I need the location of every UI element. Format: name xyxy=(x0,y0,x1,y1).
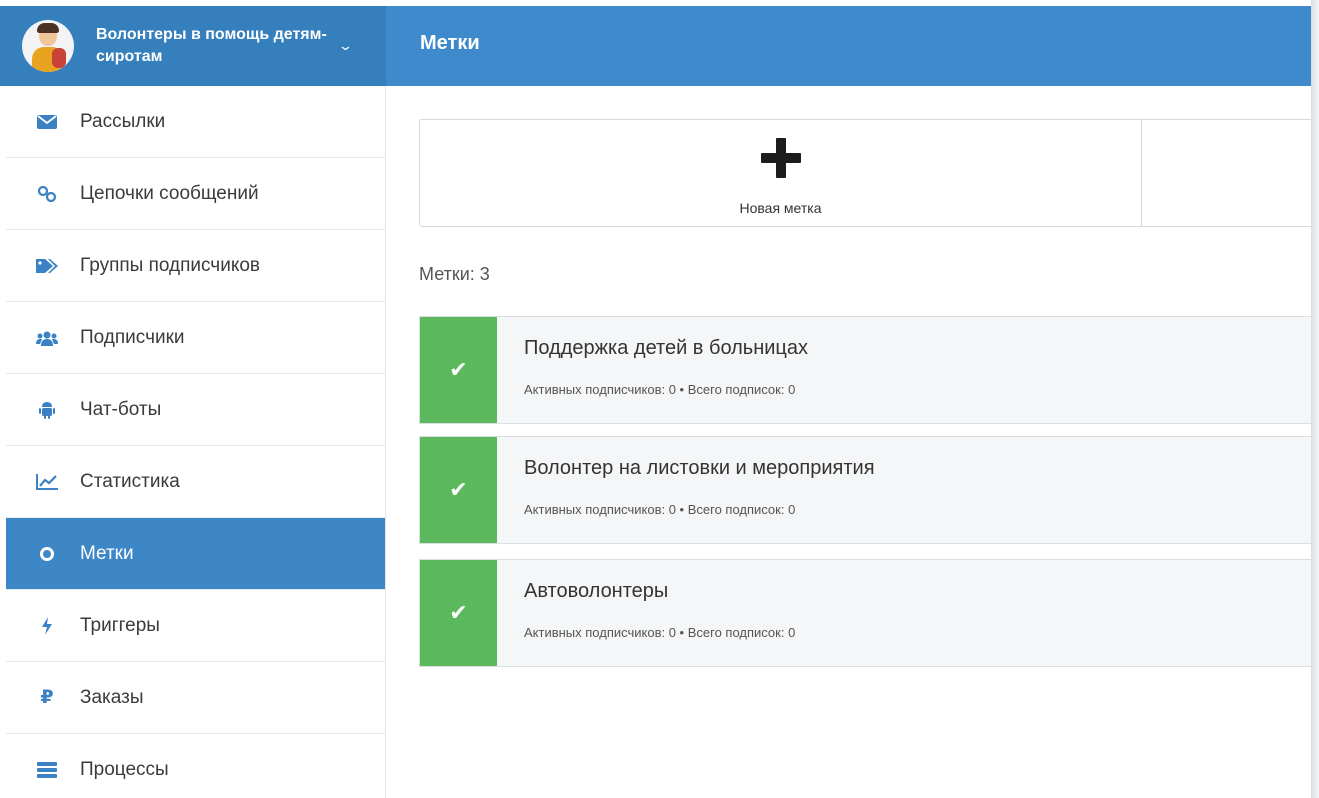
tags-count: Метки: 3 xyxy=(419,264,490,284)
check-icon: ✔ xyxy=(420,560,497,666)
chevron-down-icon[interactable]: ⌄ xyxy=(338,38,353,54)
sidebar-item-label: Цепочки сообщений xyxy=(80,182,259,204)
envelope-icon xyxy=(36,114,58,129)
sidebar-item-label: Статистика xyxy=(80,470,180,492)
main-content: Новая метка Метки: 3 ✔ Поддержка детей в… xyxy=(386,86,1311,798)
sidebar-item-label: Заказы xyxy=(80,686,144,708)
sidebar-item-label: Рассылки xyxy=(80,110,166,132)
tag-card[interactable]: ✔ Автоволонтеры Активных подписчиков: 0 … xyxy=(419,559,1311,667)
check-icon: ✔ xyxy=(420,317,497,423)
action-tiles: Новая метка xyxy=(419,119,1311,227)
top-header: Волонтеры в помощь детям-сиротам ⌄ Метки xyxy=(0,6,1311,86)
window-edge xyxy=(1311,0,1319,798)
sidebar: Рассылки Цепочки сообщений Группы подпис… xyxy=(6,86,386,798)
users-icon xyxy=(36,330,58,346)
sidebar-item-label: Группы подписчиков xyxy=(80,254,260,276)
sidebar-item-label: Триггеры xyxy=(80,614,160,636)
app-window: Волонтеры в помощь детям-сиротам ⌄ Метки… xyxy=(0,0,1311,798)
sidebar-item-processes[interactable]: Процессы xyxy=(6,734,385,798)
org-name: Волонтеры в помощь детям-сиротам xyxy=(96,26,327,65)
page-title: Метки xyxy=(420,32,480,54)
ruble-icon: ₽ xyxy=(40,687,54,708)
tag-meta: Активных подписчиков: 0 • Всего подписок… xyxy=(524,502,796,517)
sidebar-item-orders[interactable]: ₽ Заказы xyxy=(6,662,385,734)
tag-card[interactable]: ✔ Волонтер на листовки и мероприятия Акт… xyxy=(419,436,1311,544)
avatar xyxy=(22,20,74,72)
server-icon xyxy=(36,761,58,778)
sidebar-item-tags[interactable]: Метки xyxy=(6,518,385,590)
tag-name: Поддержка детей в больницах xyxy=(524,337,809,359)
sidebar-item-groups[interactable]: Группы подписчиков xyxy=(6,230,385,302)
link-icon xyxy=(36,185,58,202)
tag-meta: Активных подписчиков: 0 • Всего подписок… xyxy=(524,382,796,397)
check-icon: ✔ xyxy=(420,437,497,543)
tag-name: Волонтер на листовки и мероприятия xyxy=(524,457,875,479)
sidebar-item-mailings[interactable]: Рассылки xyxy=(6,86,385,158)
tags-icon xyxy=(36,258,58,274)
tag-meta: Активных подписчиков: 0 • Всего подписок… xyxy=(524,625,796,640)
sidebar-item-statistics[interactable]: Статистика xyxy=(6,446,385,518)
new-tag-button[interactable]: Новая метка xyxy=(420,120,1142,226)
new-tag-label: Новая метка xyxy=(739,200,822,216)
android-icon xyxy=(36,401,58,419)
org-switcher[interactable]: Волонтеры в помощь детям-сиротам ⌄ xyxy=(0,6,386,86)
sidebar-item-chains[interactable]: Цепочки сообщений xyxy=(6,158,385,230)
circle-icon xyxy=(36,546,58,561)
tag-name: Автоволонтеры xyxy=(524,580,669,602)
bolt-icon xyxy=(36,616,58,635)
sidebar-item-label: Процессы xyxy=(80,758,169,780)
sidebar-item-label: Чат-боты xyxy=(80,398,162,420)
sidebar-item-chatbots[interactable]: Чат-боты xyxy=(6,374,385,446)
plus-icon xyxy=(760,138,801,178)
sidebar-item-triggers[interactable]: Триггеры xyxy=(6,590,385,662)
sidebar-item-subscribers[interactable]: Подписчики xyxy=(6,302,385,374)
tag-card[interactable]: ✔ Поддержка детей в больницах Активных п… xyxy=(419,316,1311,424)
line-chart-icon xyxy=(36,473,58,490)
sidebar-item-label: Метки xyxy=(80,542,134,564)
sidebar-item-label: Подписчики xyxy=(80,326,185,348)
